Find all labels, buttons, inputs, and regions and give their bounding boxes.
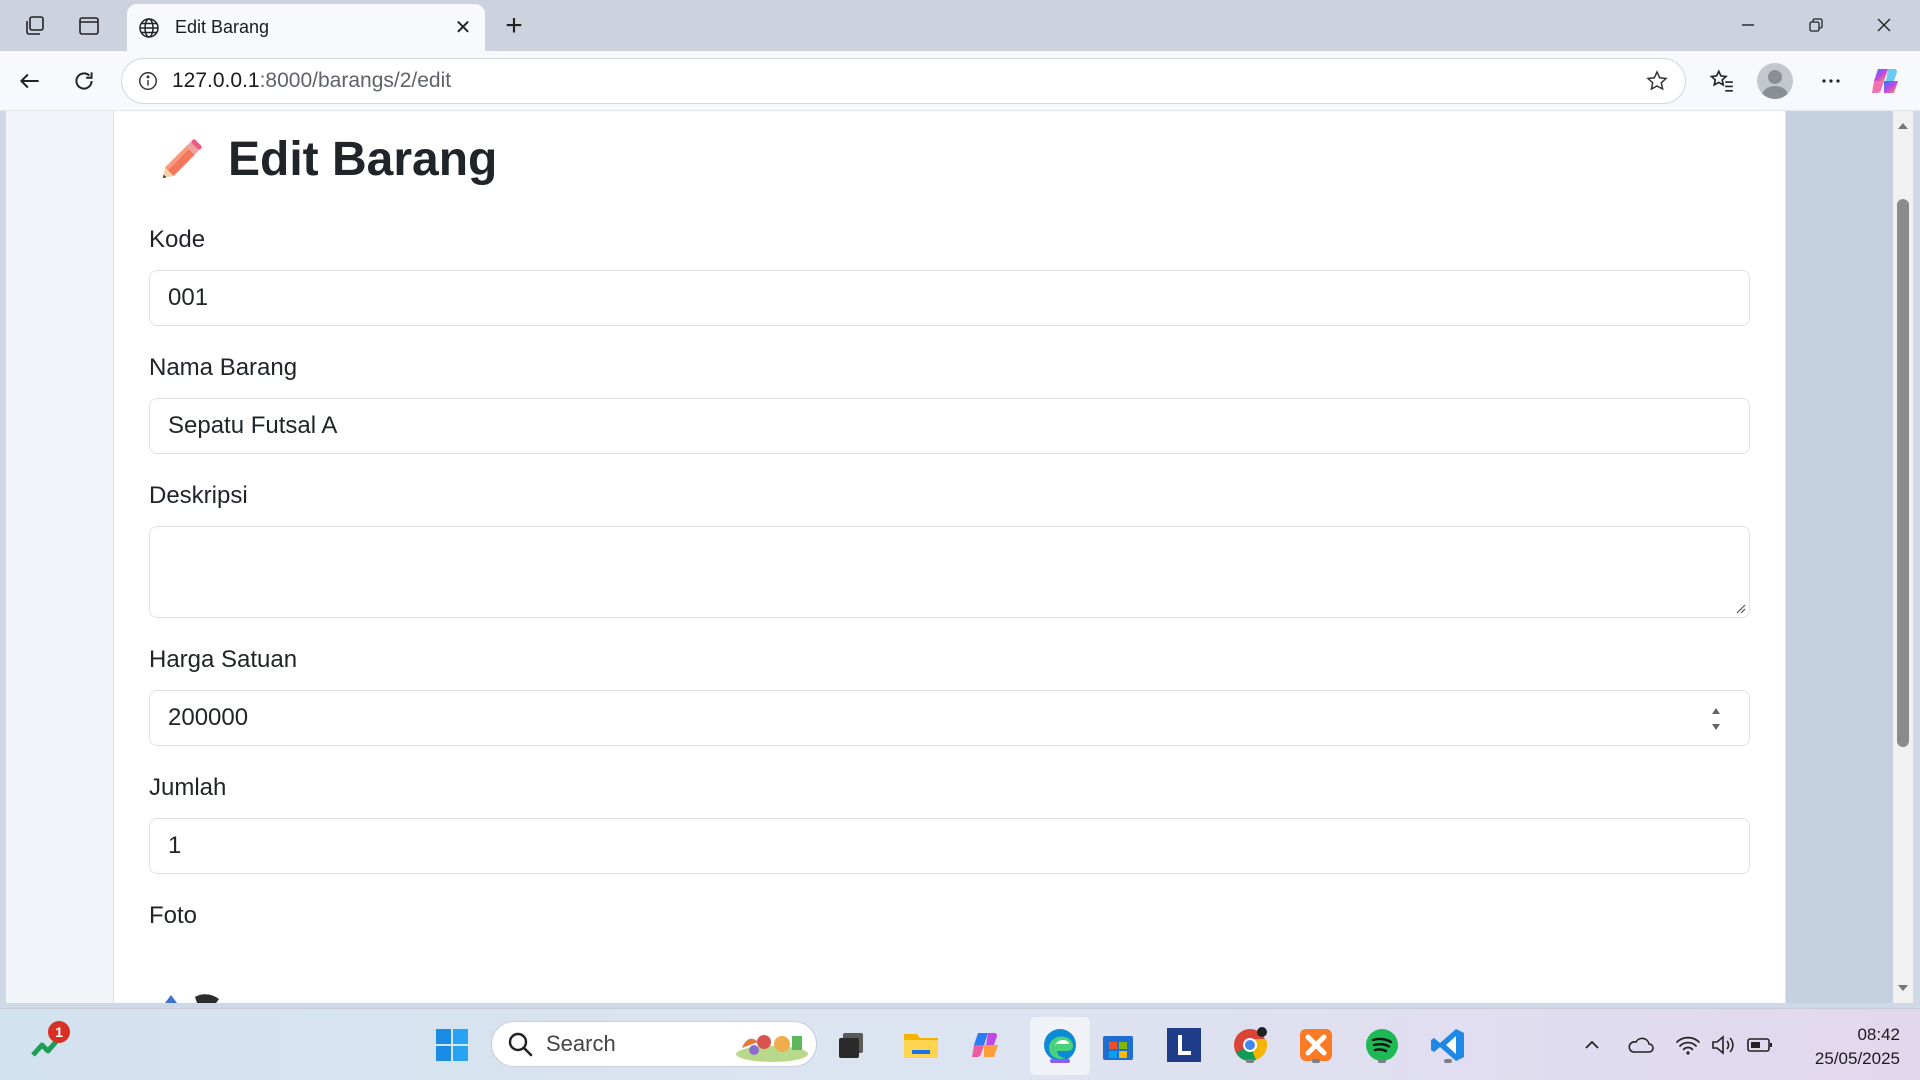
nama-barang-input[interactable]: Sepatu Futsal A [149, 398, 1750, 454]
foto-label: Foto [149, 902, 198, 929]
l-app-icon[interactable] [1162, 1023, 1206, 1067]
vertical-tabs-icon[interactable] [73, 10, 105, 42]
search-highlight-image [736, 1035, 808, 1062]
onedrive-cloud-icon[interactable] [1622, 1027, 1658, 1063]
search-icon [508, 1032, 533, 1057]
url-text[interactable]: 127.0.0.1:8000/barangs/2/edit [172, 69, 1637, 93]
wifi-icon[interactable] [1670, 1027, 1706, 1063]
page-heading: Edit Barang [154, 131, 497, 187]
nama-barang-value: Sepatu Futsal A [168, 412, 338, 439]
spotify-icon[interactable] [1360, 1023, 1404, 1067]
close-window-button[interactable] [1856, 4, 1912, 46]
favorites-icon[interactable] [1702, 61, 1742, 101]
foto-preview-image [165, 994, 219, 1003]
file-explorer-icon[interactable] [899, 1023, 943, 1067]
page-viewport: Edit Barang Kode 001 Nama Barang Sepatu … [6, 111, 1893, 1003]
search-label: Search [546, 1031, 616, 1056]
number-spinner-icon[interactable] [1709, 703, 1723, 735]
kode-label: Kode [149, 226, 206, 253]
edit-form-card: Edit Barang Kode 001 Nama Barang Sepatu … [113, 111, 1786, 1003]
jumlah-label: Jumlah [149, 774, 227, 801]
workspaces-icon[interactable] [19, 10, 51, 42]
harga-satuan-label: Harga Satuan [149, 646, 298, 673]
edge-browser-icon[interactable] [1030, 1023, 1090, 1067]
clock-date: 25/05/2025 [1814, 1049, 1900, 1068]
scroll-down-arrow-icon[interactable] [1896, 981, 1910, 995]
favorite-star-icon[interactable] [1637, 61, 1677, 101]
clock-time: 08:42 [1857, 1025, 1900, 1044]
new-tab-button[interactable]: + [496, 8, 532, 44]
taskbar-search[interactable]: Search [491, 1021, 817, 1067]
globe-icon [135, 14, 163, 42]
address-bar[interactable]: 127.0.0.1:8000/barangs/2/edit [121, 58, 1686, 104]
back-arrow-icon[interactable] [10, 61, 50, 101]
start-windows-icon[interactable] [430, 1023, 474, 1067]
chrome-icon[interactable] [1228, 1023, 1272, 1067]
scroll-up-arrow-icon[interactable] [1896, 119, 1910, 133]
page-right-margin [1786, 111, 1893, 1003]
windows-taskbar: 1 Search 08:42 25/05/2025 [0, 1008, 1920, 1080]
minimize-button[interactable] [1720, 4, 1776, 46]
copilot-taskbar-icon[interactable] [964, 1023, 1008, 1067]
profile-avatar[interactable] [1757, 63, 1793, 99]
microsoft-store-icon[interactable] [1096, 1023, 1140, 1067]
vscode-icon[interactable] [1426, 1023, 1470, 1067]
scroll-thumb[interactable] [1897, 199, 1909, 747]
site-info-icon[interactable] [128, 61, 168, 101]
browser-tab-strip: Edit Barang ✕ + [0, 0, 1920, 51]
notification-badge: 1 [48, 1021, 70, 1043]
pencil-icon [162, 139, 202, 179]
volume-icon[interactable] [1705, 1027, 1741, 1063]
jumlah-input[interactable]: 1 [149, 818, 1750, 874]
battery-icon[interactable] [1742, 1027, 1778, 1063]
page-title: Edit Barang [228, 132, 498, 186]
xampp-icon[interactable] [1294, 1023, 1338, 1067]
show-hidden-icons-chevron-icon[interactable] [1574, 1027, 1610, 1063]
nama-barang-label: Nama Barang [149, 354, 298, 381]
page-scrollbar[interactable] [1893, 111, 1913, 1003]
url-path: :8000/barangs/2/edit [259, 69, 452, 92]
tab-title: Edit Barang [175, 17, 270, 37]
harga-satuan-value: 200000 [168, 704, 249, 731]
system-clock[interactable]: 08:42 25/05/2025 [1790, 1023, 1900, 1071]
more-options-icon[interactable] [1811, 61, 1851, 101]
deskripsi-label: Deskripsi [149, 482, 248, 509]
browser-toolbar: 127.0.0.1:8000/barangs/2/edit [0, 51, 1920, 111]
tab-edit-barang[interactable]: Edit Barang ✕ [127, 4, 485, 51]
copilot-icon[interactable] [1868, 63, 1904, 99]
harga-satuan-input[interactable]: 200000 [149, 690, 1750, 746]
jumlah-value: 1 [168, 832, 182, 859]
resize-handle-icon[interactable] [1734, 602, 1746, 614]
url-host: 127.0.0.1 [172, 69, 260, 92]
close-tab-icon[interactable]: ✕ [447, 12, 479, 44]
deskripsi-textarea[interactable] [149, 526, 1750, 618]
restore-button[interactable] [1788, 4, 1844, 46]
kode-value: 001 [168, 284, 209, 311]
refresh-icon[interactable] [64, 61, 104, 101]
task-view-icon[interactable] [829, 1023, 873, 1067]
kode-input[interactable]: 001 [149, 270, 1750, 326]
